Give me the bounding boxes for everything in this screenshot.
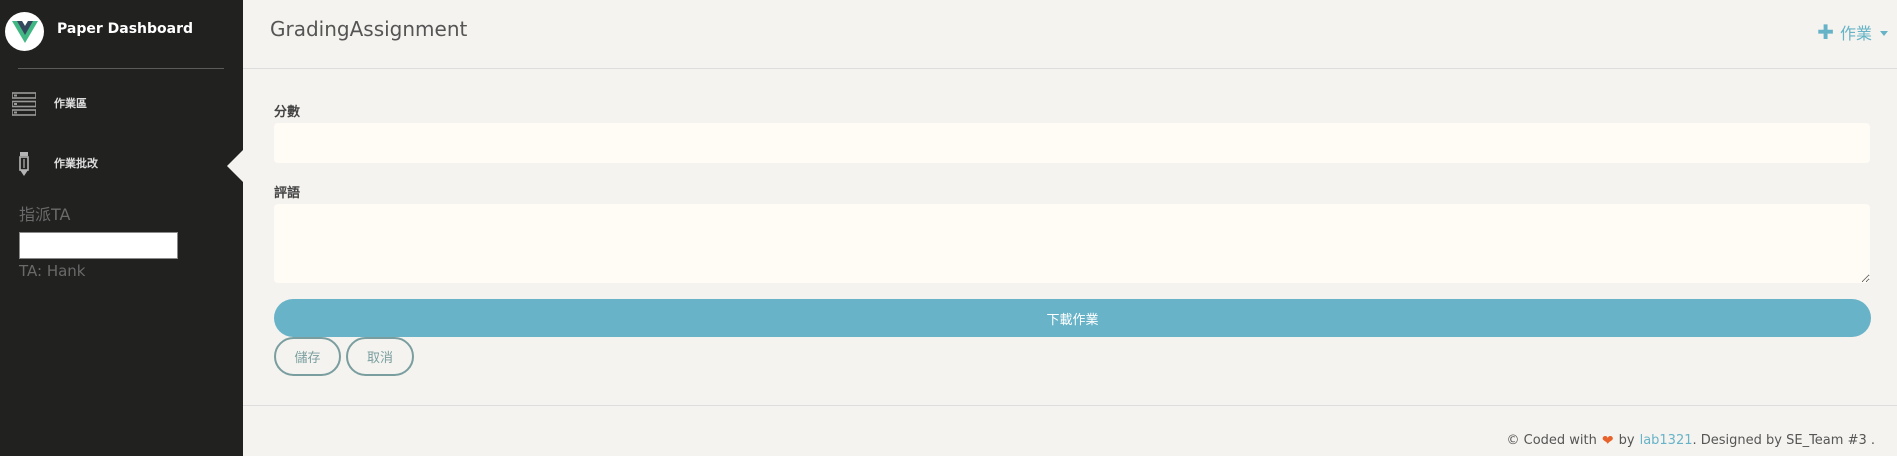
add-menu-label: 作業: [1839, 24, 1872, 43]
active-indicator: [227, 150, 243, 182]
footer-suffix: . Designed by SE_Team #3 .: [1692, 433, 1876, 448]
vue-logo-icon: [5, 12, 44, 51]
assign-ta-input[interactable]: [19, 232, 178, 259]
plus-icon: ✚: [1817, 20, 1834, 44]
footer-divider: [243, 405, 1897, 406]
sidebar-item-grading[interactable]: 作業批改: [0, 140, 243, 188]
heart-icon: ❤: [1601, 432, 1614, 449]
page-title: GradingAssignment: [270, 17, 468, 41]
brand[interactable]: Paper Dashboard: [0, 0, 243, 68]
download-assignment-button[interactable]: 下載作業: [274, 299, 1871, 337]
assigned-ta-text: TA: Hank: [19, 262, 86, 280]
footer-link[interactable]: lab1321: [1640, 433, 1693, 448]
footer-by: by: [1618, 433, 1635, 448]
cancel-button[interactable]: 取消: [346, 337, 414, 376]
brand-name: Paper Dashboard: [57, 21, 194, 37]
brand-divider: [18, 68, 224, 69]
footer-prefix: © Coded with: [1506, 433, 1597, 448]
score-input[interactable]: [274, 123, 1870, 163]
footer: © Coded with ❤ by lab1321. Designed by S…: [1507, 433, 1876, 448]
topbar: GradingAssignment ✚ 作業: [243, 0, 1897, 69]
sidebar-item-label: 作業批改: [54, 157, 98, 170]
sidebar: Paper Dashboard 作業區 作業批改 指派TA TA: Hank: [0, 0, 243, 456]
sidebar-item-label: 作業區: [54, 97, 87, 110]
pencil-icon: [10, 150, 38, 178]
caret-down-icon: [1880, 30, 1888, 36]
save-button[interactable]: 儲存: [274, 337, 341, 376]
server-icon: [10, 90, 38, 118]
comment-label: 評語: [274, 186, 301, 201]
assign-ta-label: 指派TA: [19, 205, 71, 224]
sidebar-item-assignments[interactable]: 作業區: [0, 80, 243, 128]
add-assignment-menu[interactable]: ✚ 作業: [1817, 20, 1888, 44]
score-label: 分數: [274, 105, 301, 120]
comment-textarea[interactable]: [274, 204, 1870, 283]
